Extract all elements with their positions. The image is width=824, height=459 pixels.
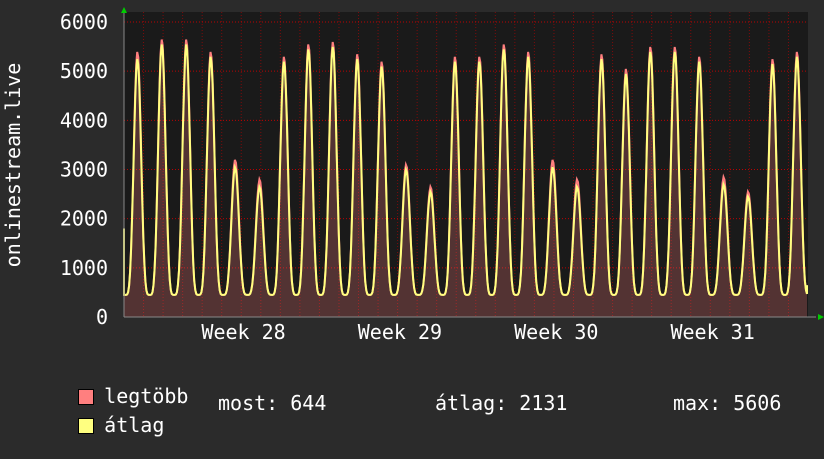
y-tick-labels: 0 1000 2000 3000 4000 5000 6000: [60, 10, 108, 329]
y-tick-label: 2000: [60, 207, 108, 231]
x-tick-label: Week 31: [670, 320, 754, 344]
x-tick-label: Week 29: [358, 320, 442, 344]
y-tick-label: 6000: [60, 10, 108, 34]
average-value-stat: átlag: 2131: [435, 391, 568, 415]
y-tick-label: 1000: [60, 256, 108, 280]
legend-item-max: legtöbb: [30, 363, 188, 407]
max-value-stat: max: 5606: [673, 391, 782, 415]
legend-item-avg: átlag: [30, 392, 164, 436]
y-axis-label: onlinestream.live: [1, 63, 25, 268]
current-value-stat: most: 644: [218, 391, 327, 415]
y-tick-label: 5000: [60, 59, 108, 83]
y-axis-arrow: [121, 7, 127, 13]
y-tick-label: 0: [96, 305, 108, 329]
legend-avg-swatch: [78, 418, 95, 434]
x-axis-arrow: [818, 314, 824, 320]
x-tick-label: Week 30: [514, 320, 598, 344]
chart-panel: 0 1000 2000 3000 4000 5000 6000 Week 28 Week 29…: [0, 0, 824, 436]
x-tick-labels: Week 28 Week 29 Week 30 Week 31: [201, 320, 754, 344]
x-tick-label: Week 28: [201, 320, 285, 344]
y-tick-label: 4000: [60, 108, 108, 132]
legend-avg-label: átlag: [104, 413, 165, 437]
y-tick-label: 3000: [60, 158, 108, 182]
traffic-chart: 0 1000 2000 3000 4000 5000 6000 Week 28 Week 29…: [1, 7, 824, 344]
